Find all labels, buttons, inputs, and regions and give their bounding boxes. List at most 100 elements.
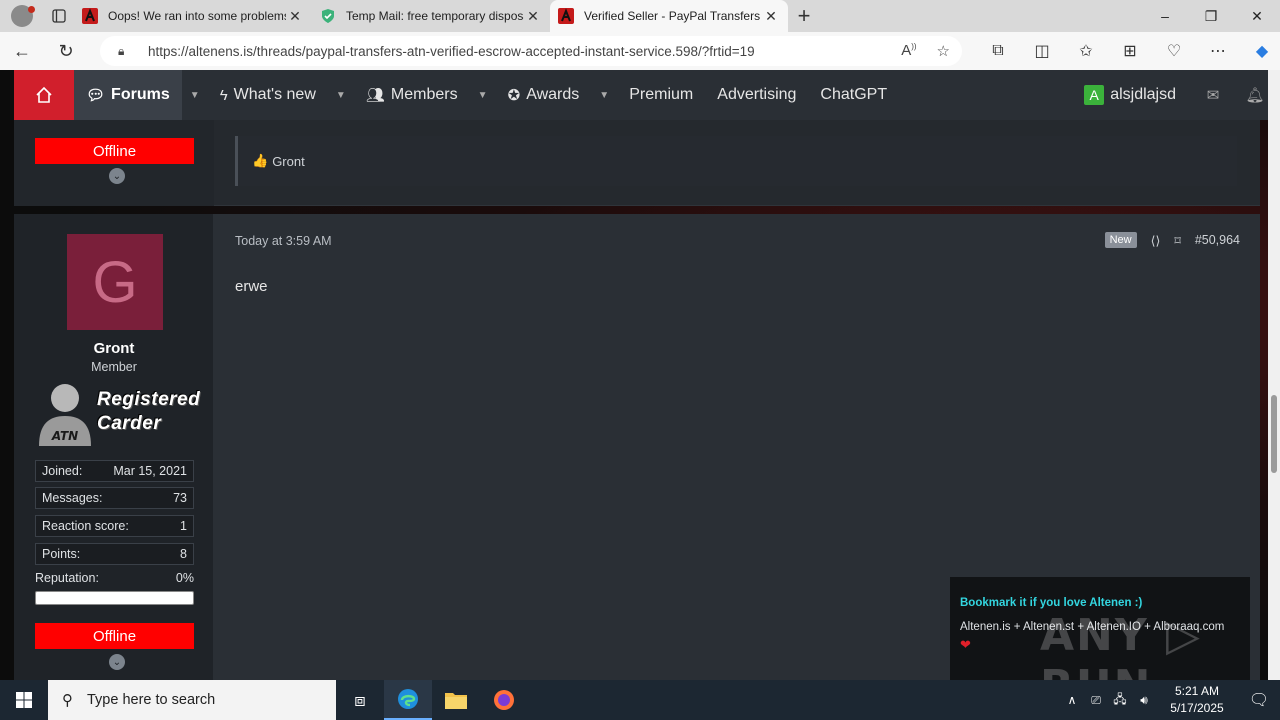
- offline-badge: Offline: [35, 138, 194, 164]
- stat-points: Points: 8: [35, 543, 194, 565]
- nav-label: Forums: [111, 86, 170, 103]
- nav-forums-caret[interactable]: ▼: [182, 70, 208, 120]
- favorites-icon[interactable]: ✩: [1064, 41, 1108, 61]
- taskbar-edge[interactable]: [384, 680, 432, 720]
- stat-messages: Messages: 73: [35, 487, 194, 509]
- post-date[interactable]: Today at 3:59 AM: [235, 234, 332, 248]
- read-aloud-icon[interactable]: A)): [901, 42, 916, 60]
- nav-whats-new[interactable]: ϟ What's new: [208, 70, 328, 120]
- new-tab-button[interactable]: +: [788, 3, 820, 29]
- banner-text: Registered Carder: [97, 388, 200, 436]
- refresh-icon: ↻: [58, 40, 74, 61]
- firefox-icon: [494, 690, 514, 710]
- user-avatar[interactable]: A: [1084, 85, 1105, 105]
- tab-verified-seller[interactable]: Verified Seller - PayPal Transfers - ATN…: [550, 0, 788, 32]
- windows-taskbar: ⚲ Type here to search ⧈ ∧ ⎚ 🖧︎ 🔊︎ 5:21 A…: [0, 680, 1280, 720]
- inbox-icon[interactable]: ✉: [1192, 86, 1234, 104]
- nav-premium[interactable]: Premium: [617, 70, 705, 120]
- stat-value: Mar 15, 2021: [113, 464, 187, 478]
- nav-awards-caret[interactable]: ▼: [591, 70, 617, 120]
- minimize-button[interactable]: –: [1142, 0, 1188, 32]
- windows-logo-icon: [16, 692, 32, 708]
- nav-whats-new-caret[interactable]: ▼: [328, 70, 354, 120]
- tab-temp-mail[interactable]: Temp Mail: free temporary disposable ema…: [312, 0, 550, 32]
- browser-tab-bar: Oops! We ran into some problems ✕ Temp M…: [0, 0, 1280, 32]
- clock[interactable]: 5:21 AM 5/17/2025: [1156, 683, 1238, 717]
- nav-forums[interactable]: 💬︎ Forums: [74, 70, 182, 120]
- post-number[interactable]: #50,964: [1195, 233, 1240, 247]
- url-text: https://altenens.is/threads/paypal-trans…: [148, 43, 755, 59]
- tab-title: Verified Seller - PayPal Transfers - ATN: [584, 9, 762, 23]
- people-icon: 👥︎: [365, 87, 385, 104]
- lock-icon[interactable]: 🔒︎: [118, 44, 142, 59]
- reaction-user[interactable]: Gront: [272, 154, 305, 169]
- back-button[interactable]: ←: [0, 32, 44, 70]
- caret-down-icon: ▼: [477, 89, 488, 101]
- profile-button[interactable]: [0, 0, 44, 32]
- username-link[interactable]: alsjdlajsd: [1110, 86, 1176, 104]
- performance-icon[interactable]: ♡: [1152, 41, 1196, 61]
- network-icon[interactable]: 🖧︎: [1108, 690, 1132, 711]
- collections-icon[interactable]: ⊞: [1108, 41, 1152, 61]
- share-icon[interactable]: ⟨⟩: [1151, 233, 1161, 248]
- copilot-icon[interactable]: ◆: [1240, 41, 1280, 61]
- tab-close-icon[interactable]: ✕: [524, 8, 542, 25]
- nav-advertising[interactable]: Advertising: [705, 70, 808, 120]
- more-menu-icon[interactable]: ⋯: [1196, 41, 1240, 61]
- close-window-button[interactable]: ✕: [1234, 0, 1280, 32]
- search-placeholder: Type here to search: [87, 692, 216, 708]
- system-tray: ∧ ⎚ 🖧︎ 🔊︎ 5:21 AM 5/17/2025 🗨︎: [1060, 680, 1280, 720]
- taskbar-firefox[interactable]: [480, 680, 528, 720]
- web-page: 💬︎ Forums ▼ ϟ What's new ▼ 👥︎ Members ▼ ✪ Aw…: [0, 70, 1280, 680]
- nav-label: What's new: [233, 86, 316, 103]
- nav-awards[interactable]: ✪ Awards: [496, 70, 592, 120]
- volume-icon[interactable]: 🔊︎: [1132, 693, 1156, 708]
- registered-carder-banner: ATN Registered Carder: [35, 378, 200, 450]
- nav-chatgpt[interactable]: ChatGPT: [808, 70, 899, 120]
- award-icon: ✪: [507, 87, 521, 104]
- reputation-value: 0%: [175, 571, 194, 585]
- home-button[interactable]: [14, 70, 74, 120]
- tray-expand-icon[interactable]: ∧: [1060, 693, 1084, 707]
- restore-button[interactable]: ❐: [1188, 0, 1234, 32]
- taskbar-search[interactable]: ⚲ Type here to search: [48, 680, 336, 720]
- stat-value[interactable]: 73: [173, 491, 187, 505]
- home-icon: [36, 86, 52, 103]
- favorite-star-icon[interactable]: ☆: [937, 42, 950, 60]
- tray-device-icon[interactable]: ⎚: [1084, 693, 1108, 708]
- stat-value[interactable]: 8: [180, 547, 187, 561]
- extensions-icon[interactable]: ⧉: [976, 42, 1020, 60]
- task-view-icon: ⧈: [354, 689, 366, 710]
- author-name[interactable]: Gront: [14, 340, 214, 357]
- nav-members-caret[interactable]: ▼: [470, 70, 496, 120]
- reputation-label: Reputation:: [35, 571, 99, 585]
- page-scrollbar[interactable]: [1268, 70, 1280, 680]
- nav-members[interactable]: 👥︎ Members: [354, 70, 470, 120]
- reactions-bar[interactable]: 👍 Gront: [235, 136, 1237, 186]
- back-arrow-icon: ←: [13, 40, 31, 61]
- bookmark-icon[interactable]: ⌑: [1174, 233, 1180, 248]
- tab-close-icon[interactable]: ✕: [762, 8, 780, 25]
- author-avatar[interactable]: G: [67, 234, 163, 330]
- address-bar[interactable]: 🔒︎ https://altenens.is/threads/paypal-tr…: [100, 36, 962, 66]
- task-view-button[interactable]: ⧈: [336, 680, 384, 720]
- stat-label: Points:: [42, 547, 81, 561]
- reputation-row: Reputation: 0%: [35, 571, 194, 585]
- author-role: Member: [91, 360, 137, 374]
- tab-actions-button[interactable]: [44, 0, 74, 32]
- notification-center-icon[interactable]: 🗨︎: [1238, 690, 1280, 710]
- caret-down-icon: ▼: [599, 89, 610, 101]
- expand-chevron-icon[interactable]: ⌄: [109, 654, 125, 670]
- scrollbar-thumb[interactable]: [1271, 395, 1277, 473]
- address-bar-icons: A)) ☆: [901, 42, 950, 60]
- tab-altenen-error[interactable]: Oops! We ran into some problems ✕: [74, 0, 312, 32]
- tab-close-icon[interactable]: ✕: [286, 8, 304, 25]
- taskbar-file-explorer[interactable]: [432, 680, 480, 720]
- nav-label: ChatGPT: [820, 86, 888, 103]
- expand-chevron-icon[interactable]: ⌄: [109, 168, 125, 184]
- refresh-button[interactable]: ↻: [44, 32, 88, 70]
- post-body: erwe: [235, 278, 268, 295]
- previous-post-sidebar: Offline ⌄: [14, 120, 214, 206]
- split-screen-icon[interactable]: ◫: [1020, 41, 1064, 61]
- start-button[interactable]: [0, 680, 48, 720]
